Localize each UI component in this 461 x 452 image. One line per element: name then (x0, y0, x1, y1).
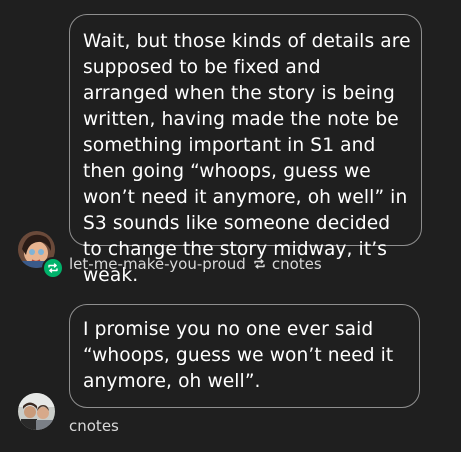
author-link[interactable]: let-me-make-you-proud (69, 255, 246, 273)
author-link[interactable]: cnotes (69, 417, 119, 435)
avatar-photo (18, 393, 55, 430)
post-attribution: cnotes (69, 416, 119, 436)
message-text: Wait, but those kinds of details are sup… (83, 31, 411, 286)
message-bubble: Wait, but those kinds of details are sup… (69, 14, 422, 286)
reblogged-from-link[interactable]: cnotes (272, 255, 322, 273)
user-avatar-icon[interactable] (18, 393, 55, 430)
reblog-thread: Wait, but those kinds of details are sup… (0, 0, 461, 452)
reblog-icon (253, 258, 266, 270)
reblog-icon (48, 263, 58, 273)
post-attribution: let-me-make-you-proud cnotes (69, 254, 322, 274)
reblog-badge-icon (42, 257, 64, 279)
message-text: I promise you no one ever said “whoops, … (83, 319, 394, 392)
message-bubble: I promise you no one ever said “whoops, … (69, 304, 420, 408)
